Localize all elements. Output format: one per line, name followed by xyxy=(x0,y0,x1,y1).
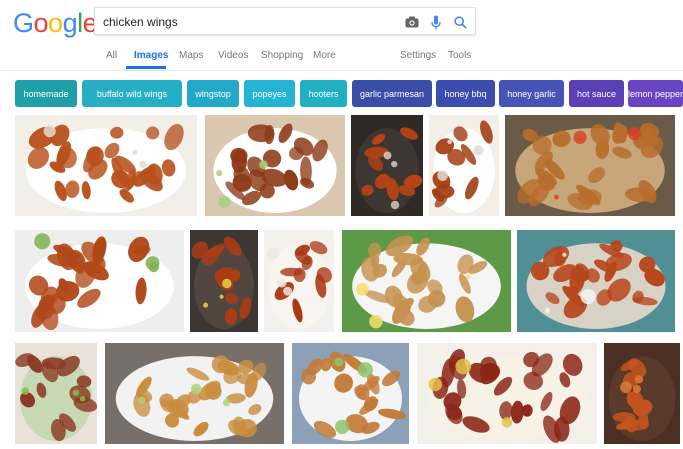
chicken-wings-photo xyxy=(517,230,675,332)
image-result[interactable] xyxy=(429,115,499,216)
logo-letter: g xyxy=(62,8,78,38)
google-logo[interactable]: Google xyxy=(13,8,98,38)
logo-letter: o xyxy=(48,8,63,38)
tab-more[interactable]: More xyxy=(313,50,336,61)
chicken-wings-photo xyxy=(105,343,284,444)
image-result[interactable] xyxy=(264,230,334,332)
chip-popeyes[interactable]: popeyes xyxy=(244,80,295,107)
camera-icon[interactable] xyxy=(403,13,421,31)
chicken-wings-photo xyxy=(190,230,258,332)
active-tab-indicator xyxy=(126,66,166,69)
logo-letter: G xyxy=(13,8,34,38)
logo-letter: o xyxy=(33,8,49,38)
image-result[interactable] xyxy=(517,230,675,332)
image-result[interactable] xyxy=(15,115,197,216)
image-result[interactable] xyxy=(351,115,423,216)
chicken-wings-photo xyxy=(15,230,184,332)
related-searches-chips: homemade buffalo wild wings wingstop pop… xyxy=(15,80,683,108)
image-result[interactable] xyxy=(190,230,258,332)
image-result[interactable] xyxy=(604,343,680,444)
chip-homemade[interactable]: homemade xyxy=(15,80,77,107)
microphone-icon[interactable] xyxy=(427,13,445,31)
tab-images[interactable]: Images xyxy=(134,50,168,61)
image-result[interactable] xyxy=(205,115,345,216)
search-icon[interactable] xyxy=(451,13,469,31)
chip-wingstop[interactable]: wingstop xyxy=(187,80,239,107)
image-result[interactable] xyxy=(292,343,409,444)
image-result[interactable] xyxy=(505,115,675,216)
chip-hooters[interactable]: hooters xyxy=(300,80,347,107)
chicken-wings-photo xyxy=(351,115,423,216)
header-divider xyxy=(0,70,683,71)
tools-link[interactable]: Tools xyxy=(448,50,471,61)
tab-all[interactable]: All xyxy=(106,50,117,61)
tab-shopping[interactable]: Shopping xyxy=(261,50,303,61)
chicken-wings-photo xyxy=(264,230,334,332)
chip-garlic-parmesan[interactable]: garlic parmesan xyxy=(352,80,432,107)
chip-honey-bbq[interactable]: honey bbq xyxy=(436,80,495,107)
image-result[interactable] xyxy=(342,230,511,332)
image-result[interactable] xyxy=(15,230,184,332)
chip-buffalo-wild-wings[interactable]: buffalo wild wings xyxy=(82,80,182,107)
chicken-wings-photo xyxy=(292,343,409,444)
chicken-wings-photo xyxy=(417,343,597,444)
search-tabs: All Images Maps Videos Shopping More Set… xyxy=(0,50,683,68)
chicken-wings-photo xyxy=(604,343,680,444)
settings-link[interactable]: Settings xyxy=(400,50,436,61)
chip-lemon-pepper[interactable]: lemon pepper xyxy=(628,80,683,107)
chicken-wings-photo xyxy=(505,115,675,216)
chip-honey-garlic[interactable]: honey garlic xyxy=(499,80,564,107)
search-box xyxy=(94,7,476,35)
image-result[interactable] xyxy=(15,343,97,444)
chicken-wings-photo xyxy=(15,343,97,444)
image-result[interactable] xyxy=(417,343,597,444)
tab-videos[interactable]: Videos xyxy=(218,50,248,61)
chicken-wings-photo xyxy=(15,115,197,216)
chicken-wings-photo xyxy=(342,230,511,332)
chip-hot-sauce[interactable]: hot sauce xyxy=(569,80,624,107)
chicken-wings-photo xyxy=(205,115,345,216)
tab-maps[interactable]: Maps xyxy=(179,50,203,61)
image-result[interactable] xyxy=(105,343,284,444)
chicken-wings-photo xyxy=(429,115,499,216)
search-input[interactable] xyxy=(103,12,383,32)
